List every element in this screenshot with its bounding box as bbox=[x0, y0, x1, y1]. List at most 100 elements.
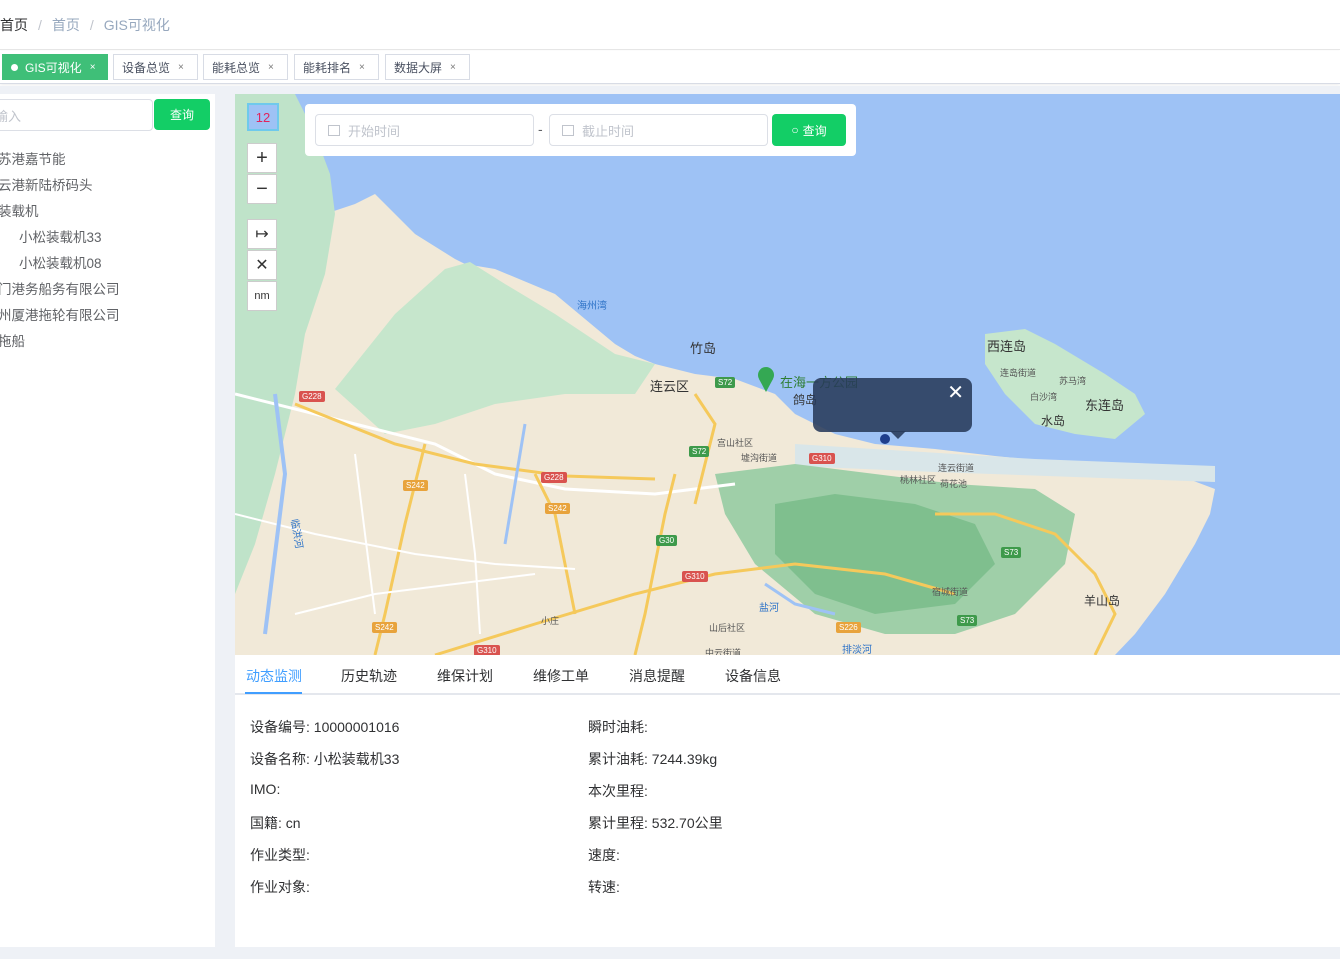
tree-leaf[interactable]: 小松装载机33 bbox=[19, 226, 102, 246]
breadcrumb-current: GIS可视化 bbox=[103, 16, 170, 33]
close-icon[interactable]: × bbox=[268, 62, 274, 73]
tag-label: 能耗排名 bbox=[303, 60, 352, 75]
map-label-zhongyun: 中云街道 bbox=[705, 648, 742, 655]
map-label-lianyun: 连云区 bbox=[650, 379, 690, 394]
tag-energy-overview[interactable]: 能耗总览 × bbox=[203, 54, 288, 80]
tree-node[interactable]: 云港新陆桥码头 bbox=[0, 174, 93, 194]
map-label-baisha: 白沙湾 bbox=[1030, 392, 1058, 402]
active-tab-indicator bbox=[245, 692, 302, 694]
zoom-out-button[interactable]: − bbox=[247, 174, 277, 204]
info-tabs: 动态监测 历史轨迹 维保计划 维修工单 消息提醒 设备信息 bbox=[235, 655, 1340, 695]
breadcrumb: 首页 / 首页 / GIS可视化 bbox=[0, 0, 1340, 50]
popup-close-icon[interactable]: ✕ bbox=[947, 380, 964, 405]
gis-map[interactable]: 海州湾 竹岛 连云区 在海一方公园 鸽岛 西连岛 东连岛 水岛 羊山岛 连岛街道… bbox=[235, 94, 1340, 655]
tag-data-screen[interactable]: 数据大屏 × bbox=[385, 54, 470, 80]
zoom-level-indicator: 12 bbox=[247, 103, 279, 131]
breadcrumb-home[interactable]: 首页 bbox=[0, 15, 28, 35]
road-shield: S226 bbox=[836, 622, 861, 633]
close-icon[interactable]: × bbox=[359, 62, 365, 73]
close-icon[interactable]: × bbox=[178, 62, 184, 73]
device-search-button[interactable]: 查询 bbox=[154, 99, 210, 130]
tab-dynamic-monitoring[interactable]: 动态监测 bbox=[246, 666, 302, 686]
map-label-lianyunjie: 连云街道 bbox=[938, 463, 975, 473]
tab-message-reminder[interactable]: 消息提醒 bbox=[629, 666, 685, 686]
map-label-yangshan: 羊山岛 bbox=[1084, 594, 1121, 608]
road-shield: S73 bbox=[957, 615, 978, 626]
map-label-sucheng: 宿城街道 bbox=[932, 587, 969, 597]
road-shield: G30 bbox=[656, 535, 678, 546]
tab-maintenance-plan[interactable]: 维保计划 bbox=[437, 666, 493, 686]
date-query-button[interactable]: ○ 查询 bbox=[772, 114, 846, 146]
clear-measure-button[interactable]: ✕ bbox=[247, 250, 277, 280]
map-label-bay: 海州湾 bbox=[577, 301, 607, 312]
road-shield: S73 bbox=[1001, 547, 1022, 558]
unit-nm-button[interactable]: nm bbox=[247, 281, 277, 311]
road-shield: S72 bbox=[689, 446, 710, 457]
field-speed: 速度: bbox=[588, 847, 620, 863]
popup-tail bbox=[890, 431, 906, 439]
date-filter-panel: 开始时间 - 截止时间 ○ 查询 bbox=[305, 104, 856, 156]
tree-node[interactable]: 苏港嘉节能 bbox=[0, 148, 66, 168]
field-device-name: 设备名称: 小松装载机33 bbox=[250, 751, 400, 767]
tag-gis[interactable]: GIS可视化 × bbox=[2, 54, 108, 80]
road-shield: G228 bbox=[541, 472, 567, 483]
road-shield: S242 bbox=[403, 480, 428, 491]
tag-energy-ranking[interactable]: 能耗排名 × bbox=[294, 54, 379, 80]
field-work-type: 作业类型: bbox=[250, 847, 310, 863]
map-label-yanhe: 盐河 bbox=[759, 603, 779, 614]
map-label-shanhou: 山后社区 bbox=[709, 623, 746, 633]
tag-label: 能耗总览 bbox=[212, 60, 261, 75]
road-shield: G228 bbox=[299, 391, 325, 402]
map-label-xiaozhuang: 小庄 bbox=[541, 616, 560, 626]
breadcrumb-home-2[interactable]: 首页 bbox=[52, 15, 80, 35]
device-search-input[interactable]: 输入 bbox=[0, 99, 153, 131]
map-label-taolin: 桃林社区 bbox=[900, 475, 937, 485]
field-device-number: 设备编号: 10000001016 bbox=[250, 719, 400, 735]
end-time-input[interactable]: 截止时间 bbox=[549, 114, 768, 146]
close-icon[interactable]: × bbox=[90, 62, 96, 73]
date-query-label: 查询 bbox=[802, 123, 827, 138]
tree-leaf[interactable]: 小松装载机08 bbox=[19, 252, 102, 272]
calendar-icon bbox=[562, 124, 574, 136]
map-label-xujie: 墟沟街道 bbox=[741, 453, 778, 463]
tag-device-overview[interactable]: 设备总览 × bbox=[113, 54, 198, 80]
field-total-mileage: 累计里程: 532.70公里 bbox=[588, 815, 723, 831]
road-shield: S242 bbox=[545, 503, 570, 514]
start-time-placeholder: 开始时间 bbox=[348, 123, 401, 139]
tree-node[interactable]: 拖船 bbox=[0, 330, 25, 350]
close-icon[interactable]: × bbox=[450, 62, 456, 73]
map-label-gongshan: 宫山社区 bbox=[717, 438, 754, 448]
device-info-panel: 动态监测 历史轨迹 维保计划 维修工单 消息提醒 设备信息 设备编号: 1000… bbox=[235, 655, 1340, 947]
field-trip-mileage: 本次里程: bbox=[588, 783, 648, 799]
road-shield: G310 bbox=[809, 453, 835, 464]
map-label-xilian: 西连岛 bbox=[987, 339, 1027, 354]
device-tree-panel: 输入 查询 苏港嘉节能 云港新陆桥码头 装载机 小松装载机33 小松装载机08 … bbox=[0, 94, 215, 947]
start-time-input[interactable]: 开始时间 bbox=[315, 114, 534, 146]
field-nationality: 国籍: cn bbox=[250, 815, 301, 831]
field-instant-fuel: 瞬时油耗: bbox=[588, 719, 648, 735]
tree-node[interactable]: 州厦港拖轮有限公司 bbox=[0, 304, 120, 324]
map-label-zhudao: 竹岛 bbox=[690, 341, 717, 356]
tag-label: 数据大屏 bbox=[394, 60, 443, 75]
map-label-suma: 苏马湾 bbox=[1059, 376, 1087, 386]
map-label-shuidao: 水岛 bbox=[1041, 414, 1066, 428]
end-time-placeholder: 截止时间 bbox=[582, 123, 635, 139]
tab-history-track[interactable]: 历史轨迹 bbox=[341, 666, 397, 686]
field-rpm: 转速: bbox=[588, 879, 620, 895]
map-label-paitan: 排淡河 bbox=[842, 645, 872, 655]
tree-node[interactable]: 装载机 bbox=[0, 200, 39, 220]
map-label-hehua: 荷花池 bbox=[940, 479, 968, 489]
zoom-in-button[interactable]: + bbox=[247, 143, 277, 173]
calendar-icon bbox=[328, 124, 340, 136]
tree-node[interactable]: 门港务船务有限公司 bbox=[0, 278, 120, 298]
tab-repair-order[interactable]: 维修工单 bbox=[533, 666, 589, 686]
road-shield: S242 bbox=[372, 622, 397, 633]
measure-distance-button[interactable]: ↦ bbox=[247, 219, 277, 249]
tag-label: GIS可视化 bbox=[25, 60, 82, 75]
field-imo: IMO: bbox=[250, 781, 281, 797]
breadcrumb-separator: / bbox=[89, 16, 94, 33]
field-total-fuel: 累计油耗: 7244.39kg bbox=[588, 751, 718, 767]
date-range-separator: - bbox=[538, 121, 543, 137]
tab-device-info[interactable]: 设备信息 bbox=[725, 666, 781, 686]
map-label-donglian: 东连岛 bbox=[1085, 398, 1125, 413]
